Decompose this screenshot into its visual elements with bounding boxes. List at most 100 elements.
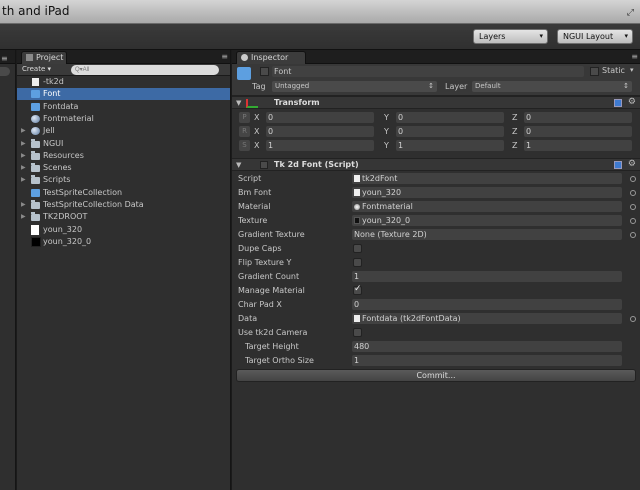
- material-field[interactable]: Fontmaterial: [352, 201, 622, 212]
- expand-arrow-icon[interactable]: ▶: [21, 199, 26, 211]
- active-checkbox[interactable]: [260, 67, 269, 76]
- project-list-item[interactable]: ▶ TestSpriteCollection Data: [17, 199, 230, 211]
- project-list-item[interactable]: youn_320: [17, 224, 230, 236]
- manage-material-checkbox[interactable]: [353, 284, 362, 295]
- material-value: Fontmaterial: [362, 202, 413, 211]
- project-list-item[interactable]: Fontdata: [17, 101, 230, 113]
- tk2dfont-header[interactable]: ▼ Tk 2d Font (Script) ⚙: [232, 158, 640, 171]
- fold-arrow-icon[interactable]: ▼: [236, 99, 241, 107]
- chevron-down-icon[interactable]: ▾: [630, 66, 634, 74]
- project-panel: Project ≡ Create ▾ -tk2d Font Fontdata Font…: [17, 50, 231, 490]
- script-value: tk2dFont: [362, 174, 398, 183]
- expand-arrow-icon[interactable]: ▶: [21, 125, 26, 137]
- commit-button[interactable]: Commit...: [236, 369, 636, 382]
- project-list-item[interactable]: Fontmaterial: [17, 113, 230, 125]
- expand-arrow-icon[interactable]: ▶: [21, 211, 26, 223]
- tab-project[interactable]: Project: [21, 51, 67, 64]
- object-name-field[interactable]: Font: [272, 66, 584, 77]
- script-field[interactable]: tk2dFont: [352, 173, 622, 184]
- target-ortho-label: Target Ortho Size: [245, 356, 314, 365]
- transform-x-field[interactable]: 1: [266, 140, 374, 151]
- gear-icon[interactable]: ⚙: [628, 159, 636, 169]
- flip-texture-y-checkbox[interactable]: [353, 258, 362, 267]
- bmfont-label: Bm Font: [238, 188, 272, 197]
- transform-reset-button[interactable]: P: [239, 112, 250, 123]
- bmfont-field[interactable]: youn_320: [352, 187, 622, 198]
- fold-arrow-icon[interactable]: ▼: [236, 161, 241, 169]
- object-picker-icon[interactable]: [630, 218, 636, 224]
- fullscreen-icon[interactable]: ⤢: [627, 8, 634, 18]
- expand-arrow-icon[interactable]: ▶: [21, 174, 26, 186]
- object-picker-icon[interactable]: [630, 232, 636, 238]
- project-list-item[interactable]: youn_320_0: [17, 236, 230, 248]
- object-picker-icon[interactable]: [630, 316, 636, 322]
- texture-thumbnail-icon: [354, 217, 360, 224]
- transform-reset-button[interactable]: S: [239, 140, 250, 151]
- project-search-input[interactable]: [71, 65, 219, 75]
- panel-menu-icon[interactable]: ≡: [631, 52, 638, 61]
- data-field[interactable]: Fontdata (tk2dFontData): [352, 313, 622, 324]
- char-pad-x-label: Char Pad X: [238, 300, 282, 309]
- component-help-icon[interactable]: [614, 161, 622, 169]
- flip-texture-y-label: Flip Texture Y: [238, 258, 292, 267]
- object-picker-icon[interactable]: [630, 204, 636, 210]
- project-list-item[interactable]: -tk2d: [17, 76, 230, 88]
- transform-z-field[interactable]: 0: [524, 126, 632, 137]
- tab-inspector[interactable]: Inspector: [236, 51, 306, 64]
- project-list-item[interactable]: ▶ Scripts: [17, 174, 230, 186]
- left-strip-handle[interactable]: [0, 67, 10, 76]
- project-list-item[interactable]: Font: [17, 88, 230, 101]
- target-ortho-field[interactable]: 1: [352, 355, 622, 366]
- panel-menu-icon[interactable]: ≡: [1, 54, 8, 63]
- transform-reset-button[interactable]: R: [239, 126, 250, 137]
- gradient-count-value: 1: [354, 272, 360, 281]
- gear-icon[interactable]: ⚙: [628, 97, 636, 107]
- project-list-item[interactable]: ▶ Scenes: [17, 162, 230, 174]
- layers-dropdown[interactable]: Layers ▾: [473, 29, 548, 44]
- create-button[interactable]: Create ▾: [22, 65, 51, 73]
- object-picker-icon[interactable]: [630, 176, 636, 182]
- tag-dropdown[interactable]: Untagged ↕: [272, 81, 437, 92]
- project-list-item[interactable]: ▶ Resources: [17, 150, 230, 162]
- tab-project-label: Project: [36, 53, 64, 62]
- project-list-item[interactable]: TestSpriteCollection: [17, 187, 230, 199]
- transform-x-field[interactable]: 0: [266, 112, 374, 123]
- transform-z-field[interactable]: 1: [524, 140, 632, 151]
- main-toolbar: Layers ▾ NGUI Layout ▾: [0, 24, 640, 50]
- gradient-texture-field[interactable]: None (Texture 2D): [352, 229, 622, 240]
- texture-label: Texture: [238, 216, 268, 225]
- expand-arrow-icon[interactable]: ▶: [21, 162, 26, 174]
- project-list-item[interactable]: ▶ Jell: [17, 125, 230, 137]
- material-label: Material: [238, 202, 271, 211]
- expand-arrow-icon[interactable]: ▶: [21, 150, 26, 162]
- target-height-field[interactable]: 480: [352, 341, 622, 352]
- transform-y-field[interactable]: 0: [396, 126, 504, 137]
- layout-dropdown[interactable]: NGUI Layout ▾: [557, 29, 633, 44]
- transform-header[interactable]: ▼ Transform ⚙: [232, 96, 640, 109]
- transform-z-label: Z: [512, 127, 518, 136]
- dupe-caps-checkbox[interactable]: [353, 244, 362, 253]
- enable-component-checkbox[interactable]: [260, 161, 268, 169]
- transform-z-field[interactable]: 0: [524, 112, 632, 123]
- transform-y-field[interactable]: 0: [396, 112, 504, 123]
- component-help-icon[interactable]: [614, 99, 622, 107]
- char-pad-x-field[interactable]: 0: [352, 299, 622, 310]
- static-checkbox[interactable]: [590, 67, 599, 76]
- folder-icon: [31, 150, 40, 160]
- gradient-count-field[interactable]: 1: [352, 271, 622, 282]
- use-camera-checkbox[interactable]: [353, 328, 362, 337]
- object-picker-icon[interactable]: [630, 190, 636, 196]
- create-button-label: Create: [22, 65, 46, 73]
- project-list-item[interactable]: ▶ NGUI: [17, 138, 230, 150]
- gradient-texture-label: Gradient Texture: [238, 230, 305, 239]
- panel-menu-icon[interactable]: ≡: [221, 52, 228, 61]
- texture-field[interactable]: youn_320_0: [352, 215, 622, 226]
- expand-arrow-icon[interactable]: ▶: [21, 138, 26, 150]
- window-title-bar: th and iPad ⤢: [0, 0, 640, 24]
- folder-icon: [31, 175, 40, 185]
- layer-dropdown[interactable]: Default ↕: [472, 81, 632, 92]
- project-list-item[interactable]: ▶ TK2DROOT: [17, 211, 230, 223]
- transform-x-field[interactable]: 0: [266, 126, 374, 137]
- transform-y-field[interactable]: 1: [396, 140, 504, 151]
- project-item-label: Jell: [43, 126, 55, 136]
